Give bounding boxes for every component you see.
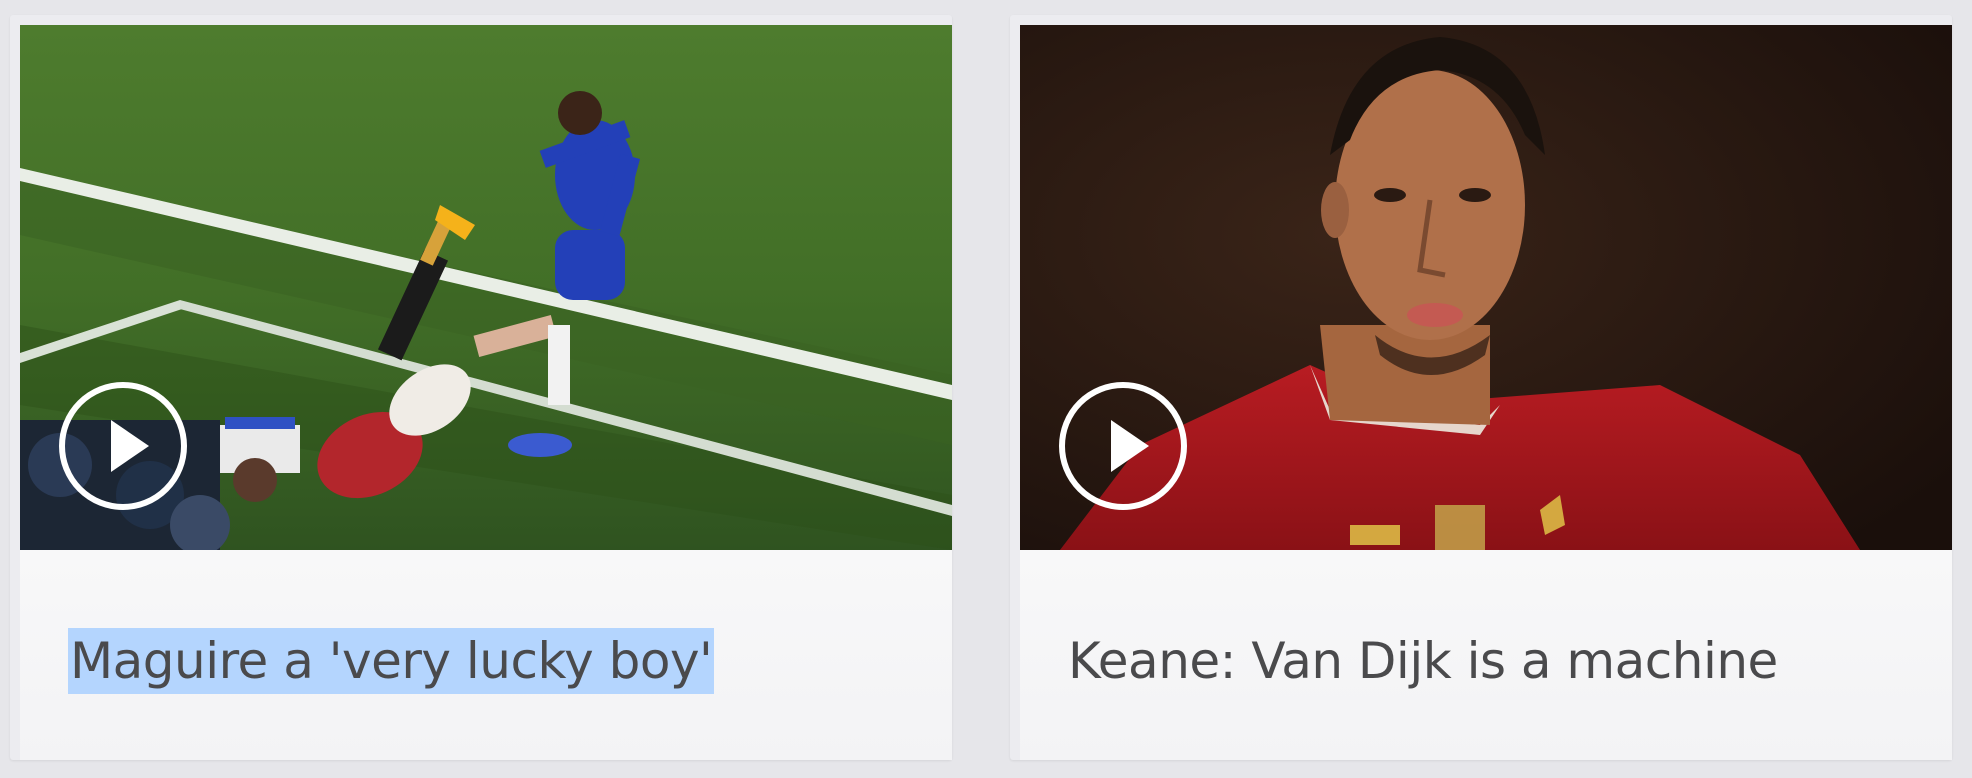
- headline-link[interactable]: Keane: Van Dijk is a machine: [1068, 628, 1778, 694]
- video-card-body: Maguire a 'very lucky boy': [20, 25, 952, 760]
- video-thumbnail[interactable]: [20, 25, 952, 550]
- video-card-maguire[interactable]: Maguire a 'very lucky boy': [10, 15, 952, 760]
- video-caption: Maguire a 'very lucky boy': [20, 550, 952, 760]
- play-button[interactable]: [1059, 382, 1187, 510]
- play-icon: [1111, 420, 1149, 472]
- video-card-van-dijk[interactable]: Keane: Van Dijk is a machine: [1010, 15, 1952, 760]
- headline-link[interactable]: Maguire a 'very lucky boy': [68, 628, 715, 694]
- video-thumbnail[interactable]: [1020, 25, 1952, 550]
- play-button[interactable]: [59, 382, 187, 510]
- video-card-body: Keane: Van Dijk is a machine: [1020, 25, 1952, 760]
- video-caption: Keane: Van Dijk is a machine: [1020, 550, 1952, 760]
- play-icon: [111, 420, 149, 472]
